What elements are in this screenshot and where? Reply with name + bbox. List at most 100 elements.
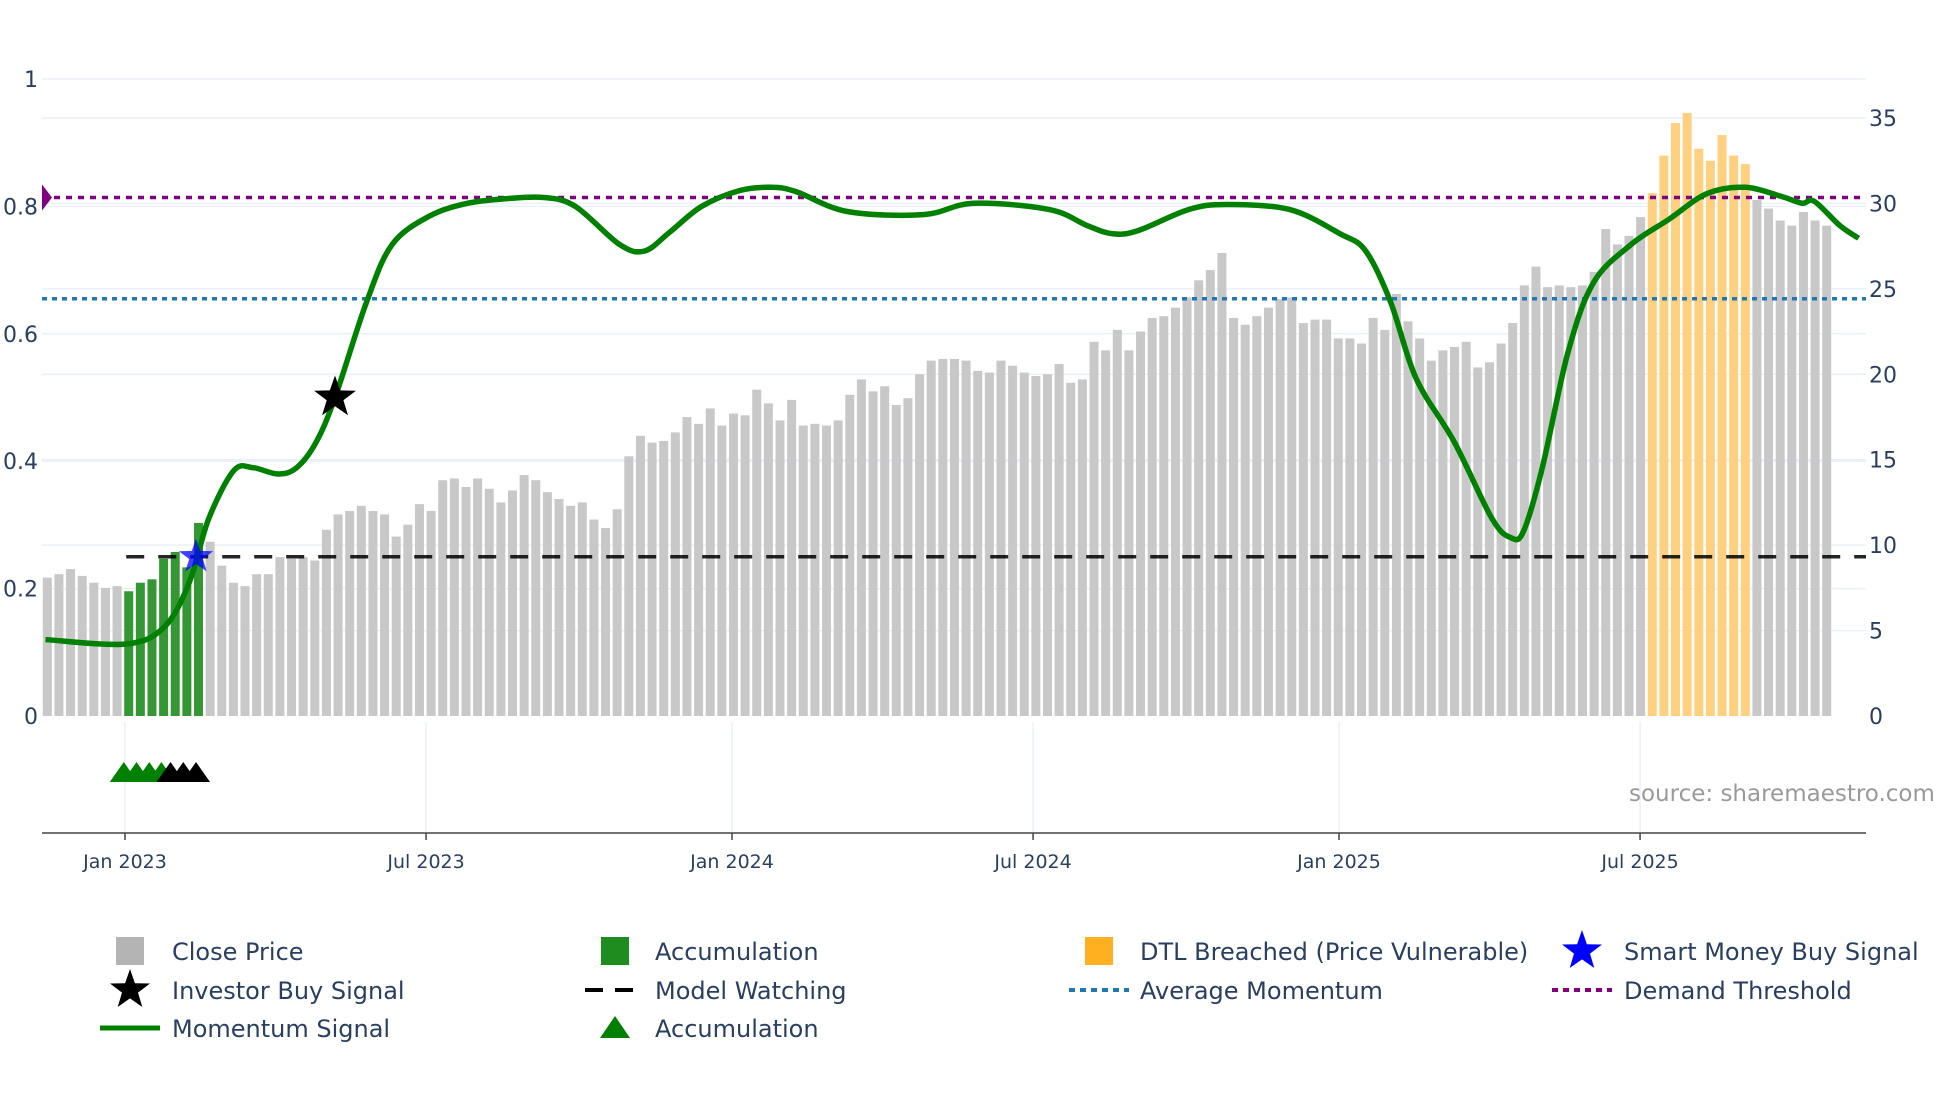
close-price-bar xyxy=(1194,280,1204,716)
star-blue-icon xyxy=(1562,930,1602,968)
close-price-bar xyxy=(577,502,587,716)
close-price-bar xyxy=(275,557,285,716)
x-axis-tick-label: Jul 2025 xyxy=(1600,851,1678,873)
dtl-breached-bar xyxy=(1717,135,1727,717)
x-axis-tick-label: Jan 2023 xyxy=(82,851,167,873)
close-price-bar xyxy=(740,415,750,716)
close-price-bar xyxy=(1508,323,1518,716)
close-price-bar xyxy=(822,425,832,716)
grey-square-icon xyxy=(116,937,144,965)
close-price-bar xyxy=(856,379,866,716)
right-axis-tick-label: 30 xyxy=(1869,192,1897,217)
right-axis-tick-label: 35 xyxy=(1869,107,1897,132)
left-axis-tick-label: 0.4 xyxy=(3,450,38,475)
close-price-bar xyxy=(775,420,785,716)
close-price-bar xyxy=(298,557,308,716)
x-axis-tick-label: Jul 2023 xyxy=(386,851,464,873)
left-axis-tick-label: 1 xyxy=(24,68,38,93)
legend-item: Investor Buy Signal xyxy=(110,969,405,1007)
legend-label: Investor Buy Signal xyxy=(172,977,405,1005)
close-price-bar xyxy=(1798,211,1808,716)
star-black-icon xyxy=(110,969,150,1007)
right-axis-tick-label: 5 xyxy=(1869,620,1883,645)
close-price-bar xyxy=(1066,382,1076,716)
close-price-bar xyxy=(1577,285,1587,716)
close-price-bar xyxy=(635,435,645,716)
right-axis-tick-label: 25 xyxy=(1869,278,1897,303)
legend-label: Momentum Signal xyxy=(172,1015,390,1043)
close-price-bar xyxy=(996,360,1006,716)
close-price-bar xyxy=(926,360,936,716)
close-price-bar xyxy=(484,488,494,716)
close-price-bar xyxy=(473,478,483,716)
close-price-bar xyxy=(647,442,657,716)
close-price-bar xyxy=(1101,350,1111,716)
dtl-breached-bar xyxy=(1659,155,1669,717)
close-price-bar xyxy=(508,490,518,716)
right-axis-tick-label: 15 xyxy=(1869,449,1897,474)
close-price-bar xyxy=(1147,317,1157,716)
close-price-bar xyxy=(1031,375,1041,716)
close-price-bar xyxy=(1182,297,1192,716)
right-axis-tick-label: 10 xyxy=(1869,534,1897,559)
close-price-bar xyxy=(1275,299,1285,716)
close-price-bar xyxy=(1217,252,1227,716)
left-axis-tick-label: 0.6 xyxy=(3,323,38,348)
close-price-bar xyxy=(1019,372,1029,716)
legend-label: Average Momentum xyxy=(1140,977,1383,1005)
legend-label: DTL Breached (Price Vulnerable) xyxy=(1140,938,1528,966)
close-price-bar xyxy=(1624,235,1634,717)
close-price-bar xyxy=(694,423,704,716)
close-price-bar xyxy=(205,541,215,716)
right-axis-tick-label: 0 xyxy=(1869,705,1883,730)
close-price-bar xyxy=(519,475,529,716)
close-price-bar xyxy=(54,574,64,716)
close-price-bar xyxy=(1589,271,1599,716)
close-price-bar xyxy=(1008,365,1018,716)
close-price-bar xyxy=(356,505,366,716)
close-price-bar xyxy=(938,358,948,716)
legend-label: Demand Threshold xyxy=(1624,977,1852,1005)
close-price-bar xyxy=(1089,341,1099,716)
close-price-bar xyxy=(1042,374,1052,716)
close-price-bar xyxy=(263,574,273,716)
close-price-bar xyxy=(426,510,436,716)
accumulation-bar xyxy=(135,582,145,716)
close-price-bar xyxy=(1601,229,1611,717)
legend-label: Smart Money Buy Signal xyxy=(1624,938,1919,966)
close-price-bar xyxy=(1205,270,1215,716)
accumulation-bar xyxy=(159,558,169,716)
legend: Close Price Accumulation DTL Breached (Pri… xyxy=(100,930,1919,1043)
accumulation-bar xyxy=(124,591,134,716)
close-price-bar xyxy=(949,358,959,716)
close-price-bar xyxy=(1240,324,1250,716)
close-price-bar xyxy=(345,510,355,716)
close-price-bar xyxy=(42,577,52,716)
close-price-bar xyxy=(1380,329,1390,716)
close-price-bar xyxy=(1368,317,1378,716)
close-price-bar xyxy=(915,374,925,716)
legend-label: Accumulation xyxy=(655,1015,819,1043)
close-price-bar xyxy=(228,582,238,716)
close-price-bar xyxy=(461,487,471,716)
close-price-bar xyxy=(1124,350,1134,716)
close-price-bar xyxy=(868,391,878,716)
close-price-bar xyxy=(414,504,424,716)
close-price-bar xyxy=(1810,220,1820,716)
close-price-bar xyxy=(1391,293,1401,716)
close-price-bar xyxy=(310,560,320,716)
close-price-bar xyxy=(217,565,227,716)
legend-label: Model Watching xyxy=(655,977,847,1005)
x-axis-tick-label: Jul 2024 xyxy=(993,851,1071,873)
close-price-bar xyxy=(1461,341,1471,716)
close-price-bar xyxy=(380,514,390,716)
close-price-bar xyxy=(1775,220,1785,716)
x-axis-tick-label: Jan 2024 xyxy=(689,851,774,873)
close-price-bar xyxy=(1229,317,1239,716)
close-price-bar xyxy=(717,425,727,716)
close-price-bar xyxy=(880,386,890,716)
momentum-chart: 00.20.40.60.8105101520253035Jan 2023 Jul … xyxy=(3,68,1935,1043)
close-price-bar xyxy=(287,558,297,716)
close-price-bar xyxy=(752,389,762,716)
close-price-bar xyxy=(670,432,680,716)
